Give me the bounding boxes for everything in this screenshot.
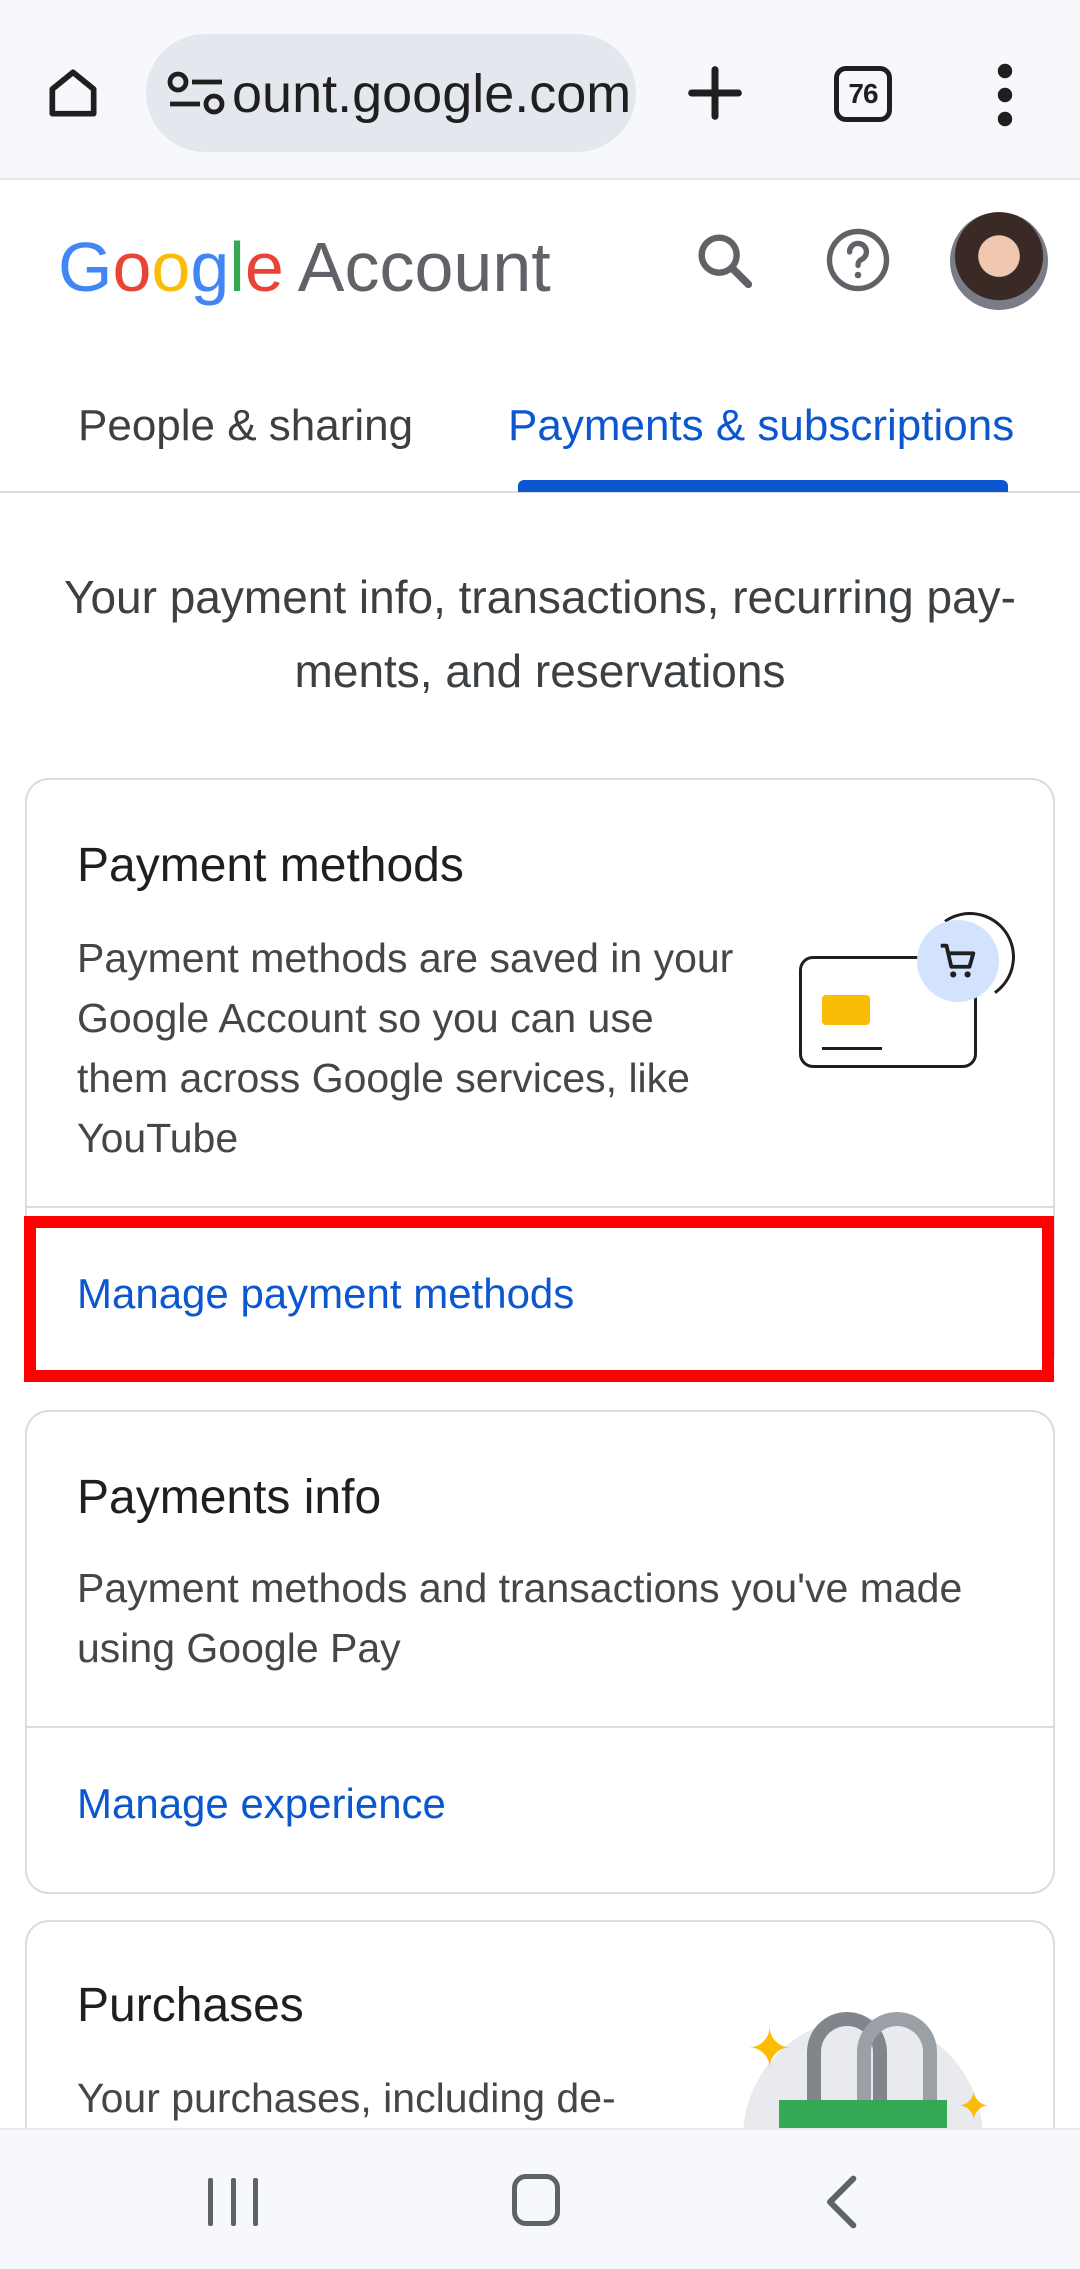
tab-payments-subscriptions[interactable]: Payments & subscriptions <box>508 398 1014 454</box>
card-title: Purchases <box>77 1979 304 2032</box>
address-bar[interactable]: ount.google.com <box>146 34 636 152</box>
card-description: Your purchases, including de- <box>77 2075 616 2121</box>
account-nav-tabs: People & sharing Payments & subscription… <box>0 350 1080 493</box>
card-divider <box>27 1726 1053 1728</box>
payments-info-card: Payments info Payment methods and transa… <box>25 1410 1055 1894</box>
recents-icon[interactable] <box>208 2178 258 2226</box>
tune-icon[interactable] <box>166 70 226 116</box>
home-icon[interactable] <box>38 58 108 128</box>
google-account-logo[interactable]: Google Account <box>58 222 551 312</box>
browser-toolbar: ount.google.com 76 <box>0 0 1080 180</box>
card-description: Payment methods are saved in your Google… <box>77 935 734 1161</box>
card-line <box>822 1047 882 1050</box>
tab-count: 76 <box>848 78 878 109</box>
cart-icon <box>917 920 999 1002</box>
tab-people-sharing[interactable]: People & sharing <box>78 398 413 454</box>
card-title: Payments info <box>77 1471 382 1524</box>
help-icon[interactable] <box>822 224 894 296</box>
highlight-box <box>24 1216 1054 1382</box>
page-intro: Your payment info, transactions, recurri… <box>63 571 1016 697</box>
account-header: Google Account <box>0 180 1080 350</box>
logo-suffix: Account <box>297 228 551 306</box>
back-icon[interactable] <box>818 2172 862 2232</box>
search-icon[interactable] <box>690 226 760 296</box>
avatar[interactable] <box>950 212 1048 310</box>
sparkle-icon: ✦ <box>957 2085 991 2129</box>
card-divider <box>27 1206 1053 1208</box>
url-text: ount.google.com <box>232 64 632 124</box>
tab-switcher-icon[interactable]: 76 <box>834 66 892 122</box>
more-vert-icon[interactable] <box>990 62 1020 128</box>
selected-tab-indicator <box>518 480 1008 492</box>
plus-icon[interactable] <box>680 58 750 128</box>
manage-experience-link[interactable]: Manage experience <box>77 1780 446 1828</box>
card-title: Payment methods <box>77 839 464 892</box>
money-icon <box>822 995 870 1025</box>
card-description: Payment methods and transactions you've … <box>77 1565 963 1671</box>
sparkle-icon: ✦ <box>747 2019 793 2079</box>
system-nav-bar <box>0 2128 1080 2269</box>
home-nav-icon[interactable] <box>512 2174 560 2226</box>
